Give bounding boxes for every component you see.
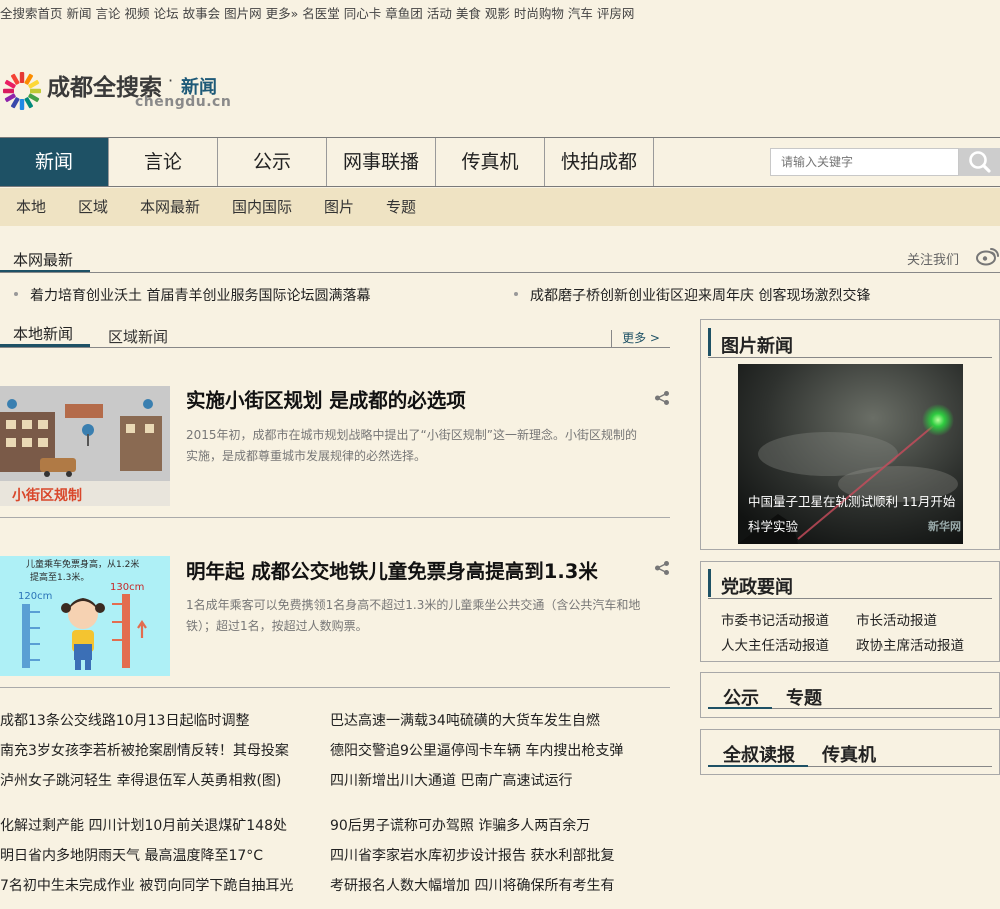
divider bbox=[0, 687, 670, 688]
logo-separator: · bbox=[168, 71, 174, 90]
latest-section-title[interactable]: 本网最新 bbox=[13, 249, 73, 270]
top-links-bar: 全搜索首页 新闻 言论 视频 论坛 故事会 图片网 更多» 名医堂 同心卡 章鱼团 活动 美食 观影 时尚购… bbox=[0, 3, 638, 22]
thumb-caption: 儿童乘车免票身高，从1.2米 bbox=[26, 558, 139, 570]
party-news-title[interactable]: 党政要闻 bbox=[721, 573, 793, 599]
street-illustration: 小街区规制 bbox=[0, 386, 170, 506]
headline-link[interactable]: 南充3岁女孩李若析被抢案剧情反转！其母投案 bbox=[0, 740, 289, 760]
search-input[interactable] bbox=[770, 148, 959, 176]
party-news-link[interactable]: 市委书记活动报道 bbox=[721, 609, 829, 629]
top-link[interactable]: 更多» bbox=[266, 6, 299, 21]
nav-item-opinion[interactable]: 言论 bbox=[109, 138, 218, 186]
thumb-label-120: 120cm bbox=[18, 591, 52, 602]
feature-title[interactable]: 明年起 成都公交地铁儿童免票身高提高到1.3米 bbox=[186, 555, 598, 584]
top-link[interactable]: 言论 bbox=[96, 6, 121, 21]
divider bbox=[808, 766, 992, 767]
latest-item[interactable]: 着力培育创业沃土 首届青羊创业服务国际论坛圆满落幕 bbox=[30, 285, 370, 305]
search-icon bbox=[969, 151, 991, 173]
headline-link[interactable]: 德阳交警追9公里逼停闯卡车辆 车内搜出枪支弹 bbox=[330, 740, 623, 760]
subnav-item-topics[interactable]: 专题 bbox=[386, 188, 416, 226]
headline-link[interactable]: 巴达高速一满载34吨硫磺的大货车发生自燃 bbox=[330, 710, 600, 730]
tab-topics[interactable]: 专题 bbox=[786, 684, 822, 710]
subnav-item-latest[interactable]: 本网最新 bbox=[140, 188, 200, 226]
thumb-caption: 小街区规制 bbox=[12, 487, 82, 504]
bullet-icon bbox=[514, 292, 518, 296]
divider bbox=[0, 272, 1000, 273]
top-link[interactable]: 同心卡 bbox=[344, 6, 382, 21]
follow-us-link[interactable]: 关注我们 bbox=[907, 249, 959, 268]
photo-news-image[interactable]: 中国量子卫星在轨测试顺利 11月开始科学实验 新华网 bbox=[738, 364, 963, 544]
nav-item-snapshot[interactable]: 快拍成都 bbox=[545, 138, 654, 186]
share-icon[interactable] bbox=[654, 560, 670, 576]
headline-link[interactable]: 四川新增出川大通道 巴南广高速试运行 bbox=[330, 770, 572, 790]
share-icon[interactable] bbox=[654, 390, 670, 406]
top-link[interactable]: 时尚购物 bbox=[514, 6, 564, 21]
section-accent bbox=[708, 328, 711, 356]
top-link[interactable]: 新闻 bbox=[67, 6, 92, 21]
tab-active-underline bbox=[708, 707, 772, 709]
headline-link[interactable]: 考研报名人数大幅增加 四川将确保所有考生有 bbox=[330, 875, 614, 895]
party-news-link[interactable]: 市长活动报道 bbox=[856, 609, 937, 629]
headline-link[interactable]: 四川省李家岩水库初步设计报告 获水利部批复 bbox=[330, 845, 614, 865]
subnav-item-intl[interactable]: 国内国际 bbox=[232, 188, 292, 226]
subnav-item-local[interactable]: 本地 bbox=[16, 188, 46, 226]
top-link[interactable]: 活动 bbox=[427, 6, 452, 21]
divider bbox=[708, 357, 992, 358]
headline-link[interactable]: 7名初中生未完成作业 被罚向同学下跪自抽耳光 bbox=[0, 875, 293, 895]
top-link[interactable]: 视频 bbox=[125, 6, 150, 21]
feature-thumbnail[interactable]: 小街区规制 bbox=[0, 386, 170, 506]
top-link[interactable]: 汽车 bbox=[568, 6, 593, 21]
photo-caption[interactable]: 中国量子卫星在轨测试顺利 11月开始科学实验 bbox=[748, 489, 958, 539]
section-accent bbox=[708, 569, 711, 597]
top-link[interactable]: 观影 bbox=[485, 6, 510, 21]
nav-item-notice[interactable]: 公示 bbox=[218, 138, 327, 186]
photo-news-title[interactable]: 图片新闻 bbox=[721, 332, 793, 358]
thumb-label-130: 130cm bbox=[110, 582, 144, 593]
headline-link[interactable]: 化解过剩产能 四川计划10月前关退煤矿148处 bbox=[0, 815, 287, 835]
top-link[interactable]: 美食 bbox=[456, 6, 481, 21]
divider bbox=[0, 347, 670, 348]
tab-regional-news[interactable]: 区域新闻 bbox=[108, 326, 168, 347]
divider bbox=[772, 708, 992, 709]
thumb-caption: 提高至1.3米。 bbox=[30, 571, 89, 583]
logo-wheel-icon[interactable] bbox=[2, 65, 42, 111]
headline-link[interactable]: 明日省内多地阴雨天气 最高温度降至17°C bbox=[0, 845, 263, 865]
subnav-item-region[interactable]: 区域 bbox=[78, 188, 108, 226]
tab-uncle-reads-paper[interactable]: 全叔读报 bbox=[723, 741, 795, 767]
more-link[interactable]: 更多 > bbox=[611, 330, 670, 347]
party-news-link[interactable]: 政协主席活动报道 bbox=[856, 634, 964, 654]
divider bbox=[708, 598, 992, 599]
logo-domain: chengdu.cn bbox=[135, 94, 232, 110]
sub-nav: 本地 区域 本网最新 国内国际 图片 专题 bbox=[0, 188, 1000, 226]
tab-fax[interactable]: 传真机 bbox=[822, 741, 876, 767]
top-link[interactable]: 故事会 bbox=[183, 6, 221, 21]
feature-summary: 2015年初，成都市在城市规划战略中提出了“小街区规制”这一新理念。小街区规制的… bbox=[186, 428, 637, 463]
headline-link[interactable]: 90后男子谎称可办驾照 诈骗多人两百余万 bbox=[330, 815, 590, 835]
nav-item-news[interactable]: 新闻 bbox=[0, 138, 109, 186]
photo-watermark: 新华网 bbox=[928, 520, 961, 533]
party-news-link[interactable]: 人大主任活动报道 bbox=[721, 634, 829, 654]
feature-summary: 1名成年乘客可以免费携领1名身高不超过1.3米的儿童乘坐公共交通（含公共汽车和地… bbox=[186, 598, 641, 633]
nav-item-web-events[interactable]: 网事联播 bbox=[327, 138, 436, 186]
headline-link[interactable]: 泸州女子跳河轻生 幸得退伍军人英勇相救(图) bbox=[0, 770, 281, 790]
tab-active-underline bbox=[708, 765, 808, 767]
top-link[interactable]: 章鱼团 bbox=[385, 6, 423, 21]
height-chart-illustration: 儿童乘车免票身高，从1.2米 提高至1.3米。 120cm 130cm bbox=[0, 556, 170, 676]
headline-link[interactable]: 成都13条公交线路10月13日起临时调整 bbox=[0, 710, 249, 730]
top-link[interactable]: 评房网 bbox=[597, 6, 635, 21]
top-link[interactable]: 论坛 bbox=[154, 6, 179, 21]
tab-local-news[interactable]: 本地新闻 bbox=[13, 323, 73, 344]
top-link[interactable]: 名医堂 bbox=[302, 6, 340, 21]
feature-thumbnail[interactable]: 儿童乘车免票身高，从1.2米 提高至1.3米。 120cm 130cm bbox=[0, 556, 170, 676]
top-link[interactable]: 全搜索首页 bbox=[0, 6, 63, 21]
feature-title[interactable]: 实施小街区规划 是成都的必选项 bbox=[186, 384, 466, 413]
subnav-item-photos[interactable]: 图片 bbox=[324, 188, 354, 226]
divider bbox=[0, 517, 670, 518]
top-link[interactable]: 图片网 bbox=[224, 6, 262, 21]
latest-item[interactable]: 成都磨子桥创新创业街区迎来周年庆 创客现场激烈交锋 bbox=[530, 285, 870, 305]
weibo-icon[interactable] bbox=[976, 246, 1000, 266]
nav-item-fax[interactable]: 传真机 bbox=[436, 138, 545, 186]
search-button[interactable] bbox=[959, 148, 1000, 176]
bullet-icon bbox=[14, 292, 18, 296]
